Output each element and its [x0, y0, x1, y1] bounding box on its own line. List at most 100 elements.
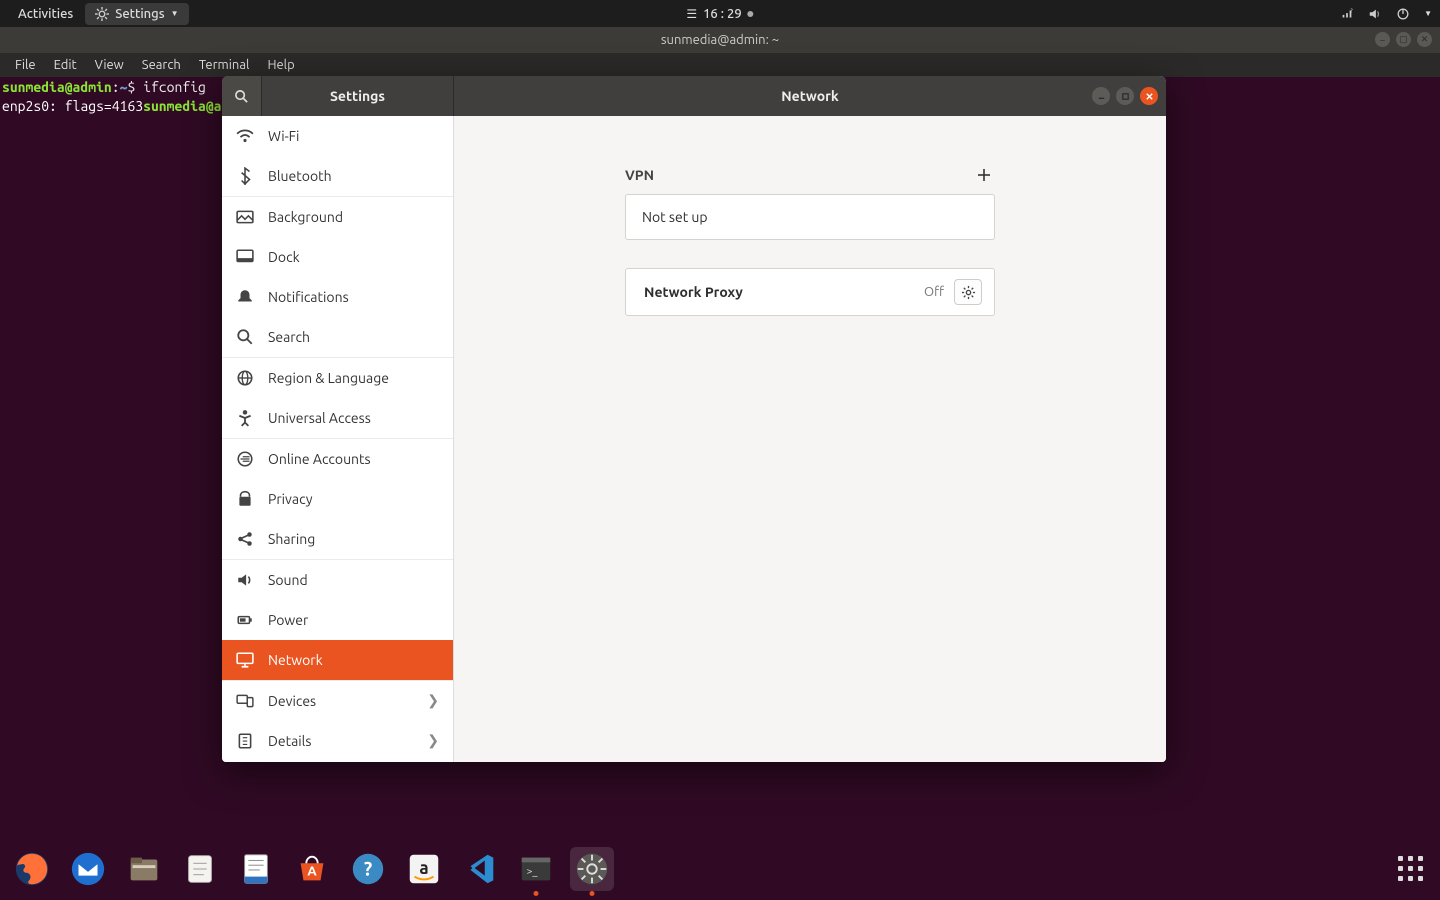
settings-content-network: VPN Not set up Network Proxy Off — [454, 116, 1166, 762]
sidebar-item-region-language[interactable]: Region & Language — [222, 358, 453, 398]
clock[interactable]: ☰ 16 : 29 — [686, 7, 753, 21]
svg-text:>_: >_ — [527, 865, 539, 877]
details-icon — [236, 732, 254, 750]
sidebar-item-details[interactable]: Details ❯ — [222, 721, 453, 761]
sidebar-item-online-accounts[interactable]: Online Accounts — [222, 439, 453, 479]
sidebar-item-devices[interactable]: Devices ❯ — [222, 681, 453, 721]
network-proxy-label: Network Proxy — [644, 284, 743, 300]
settings-minimize-button[interactable] — [1092, 87, 1110, 105]
vpn-status-card[interactable]: Not set up — [625, 194, 995, 240]
plus-icon — [977, 168, 991, 182]
sidebar-item-network[interactable]: Network — [222, 640, 453, 680]
sidebar-item-dock[interactable]: Dock — [222, 237, 453, 277]
vpn-add-button[interactable] — [973, 164, 995, 186]
show-applications-button[interactable] — [1398, 856, 1424, 882]
svg-text:?: ? — [364, 858, 372, 880]
settings-window: Settings Network Wi-Fi Bluetooth Backgroun… — [222, 76, 1166, 762]
sidebar-item-sharing[interactable]: Sharing — [222, 519, 453, 559]
settings-page-title: Network — [781, 88, 839, 104]
vpn-status-text: Not set up — [642, 209, 708, 225]
dock: A? a >_ — [0, 838, 1440, 900]
devices-icon — [236, 692, 254, 710]
sidebar-item-notifications[interactable]: Notifications — [222, 277, 453, 317]
network-proxy-settings-button[interactable] — [954, 279, 982, 305]
volume-indicator-icon[interactable] — [1368, 7, 1382, 21]
wifi-icon — [236, 127, 254, 145]
sidebar-item-label: Bluetooth — [268, 168, 332, 184]
terminal-titlebar[interactable]: sunmedia@admin: ~ – ▢ ✕ — [0, 27, 1440, 53]
chevron-right-icon: ❯ — [427, 732, 439, 749]
settings-maximize-button[interactable] — [1116, 87, 1134, 105]
dock-app-software[interactable]: A — [290, 847, 334, 891]
sidebar-item-label: Privacy — [268, 491, 312, 507]
background-icon — [236, 208, 254, 226]
power-icon — [236, 611, 254, 629]
gear-icon — [961, 285, 976, 300]
dock-app-help[interactable]: ? — [346, 847, 390, 891]
chevron-right-icon: ❯ — [427, 692, 439, 709]
sidebar-item-label: Devices — [268, 693, 316, 709]
svg-text:?: ? — [1351, 7, 1354, 13]
terminal-menu-view[interactable]: View — [88, 56, 131, 74]
dock-app-terminal[interactable]: >_ — [514, 847, 558, 891]
sidebar-item-privacy[interactable]: Privacy — [222, 479, 453, 519]
sidebar-item-label: Power — [268, 612, 308, 628]
dock-app-files[interactable] — [122, 847, 166, 891]
terminal-close-button[interactable]: ✕ — [1417, 32, 1432, 47]
terminal-minimize-button[interactable]: – — [1375, 32, 1390, 47]
sidebar-item-label: Search — [268, 329, 310, 345]
settings-icon — [573, 850, 611, 888]
sidebar-item-universal-access[interactable]: Universal Access — [222, 398, 453, 438]
calendar-icon: ☰ — [686, 7, 697, 21]
dock-app-settings[interactable] — [570, 847, 614, 891]
terminal-menu-file[interactable]: File — [8, 56, 43, 74]
settings-titlebar[interactable]: Settings Network — [222, 76, 1166, 116]
settings-close-button[interactable] — [1140, 87, 1158, 105]
sidebar-item-bluetooth[interactable]: Bluetooth — [222, 156, 453, 196]
terminal-menu-edit[interactable]: Edit — [47, 56, 84, 74]
system-menu-chevron-icon[interactable]: ▼ — [1424, 9, 1432, 18]
activities-button[interactable]: Activities — [8, 3, 83, 25]
vpn-section-header: VPN — [625, 167, 654, 183]
app-menu-button[interactable]: Settings ▼ — [85, 3, 188, 25]
dock-app-notes[interactable] — [178, 847, 222, 891]
terminal-menu-search[interactable]: Search — [135, 56, 188, 74]
software-icon: A — [293, 850, 331, 888]
terminal-menu-help[interactable]: Help — [260, 56, 301, 74]
gnome-top-panel: Activities Settings ▼ ☰ 16 : 29 ? ▼ — [0, 0, 1440, 27]
clock-text: 16 : 29 — [703, 7, 742, 21]
network-icon — [236, 651, 254, 669]
network-indicator-icon[interactable]: ? — [1340, 7, 1354, 21]
search-icon — [236, 328, 254, 346]
dock-app-writer[interactable] — [234, 847, 278, 891]
sidebar-item-power[interactable]: Power — [222, 600, 453, 640]
privacy-icon — [236, 490, 254, 508]
sidebar-item-background[interactable]: Background — [222, 197, 453, 237]
power-indicator-icon[interactable] — [1396, 7, 1410, 21]
terminal-menubar: FileEditViewSearchTerminalHelp — [0, 53, 1440, 77]
files-icon — [125, 850, 163, 888]
sidebar-item-label: Details — [268, 733, 311, 749]
app-menu-label: Settings — [115, 7, 164, 21]
terminal-menu-terminal[interactable]: Terminal — [192, 56, 257, 74]
settings-search-button[interactable] — [222, 76, 262, 116]
sidebar-item-search[interactable]: Search — [222, 317, 453, 357]
network-proxy-status: Off — [924, 285, 944, 299]
network-proxy-row[interactable]: Network Proxy Off — [625, 268, 995, 316]
sharing-icon — [236, 530, 254, 548]
writer-icon — [237, 850, 275, 888]
sidebar-item-sound[interactable]: Sound — [222, 560, 453, 600]
sidebar-item-label: Sharing — [268, 531, 315, 547]
dock-app-thunderbird[interactable] — [66, 847, 110, 891]
region-icon — [236, 369, 254, 387]
dock-app-firefox[interactable] — [10, 847, 54, 891]
notes-icon — [181, 850, 219, 888]
terminal-maximize-button[interactable]: ▢ — [1396, 32, 1411, 47]
dock-app-vscode[interactable] — [458, 847, 502, 891]
terminal-title: sunmedia@admin: ~ — [661, 33, 779, 47]
access-icon — [236, 409, 254, 427]
sidebar-item-label: Universal Access — [268, 410, 371, 426]
terminal-icon: >_ — [517, 850, 555, 888]
dock-app-amazon[interactable]: a — [402, 847, 446, 891]
sidebar-item-wi-fi[interactable]: Wi-Fi — [222, 116, 453, 156]
